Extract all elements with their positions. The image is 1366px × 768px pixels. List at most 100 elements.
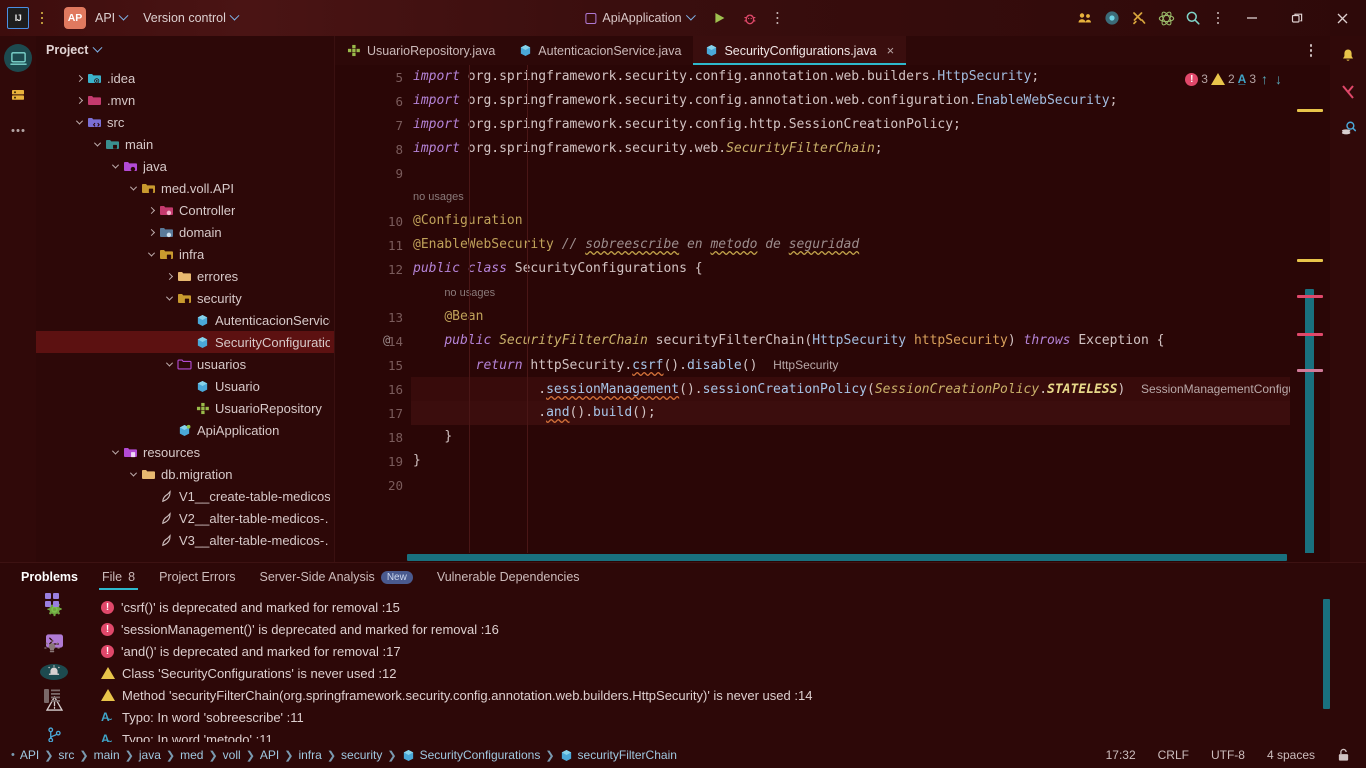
updates-icon[interactable] xyxy=(1099,5,1125,31)
tree-item[interactable]: Usuario xyxy=(36,375,334,397)
chevron-right-icon[interactable] xyxy=(144,206,158,214)
code-line[interactable]: no usages xyxy=(411,281,1290,305)
indent-indicator[interactable]: 4 spaces xyxy=(1267,748,1315,762)
database-tool-icon[interactable] xyxy=(6,83,30,107)
encoding-indicator[interactable]: UTF-8 xyxy=(1211,748,1245,762)
search-everywhere-icon[interactable] xyxy=(1180,5,1206,31)
vcs-branch-icon[interactable] xyxy=(1336,80,1360,104)
code-line[interactable]: public class SecurityConfigurations { xyxy=(411,257,1290,281)
chevron-down-icon[interactable] xyxy=(162,359,176,367)
code-line[interactable]: .and().build(); xyxy=(411,401,1290,425)
problems-tab[interactable]: Vulnerable Dependencies xyxy=(426,563,591,591)
run-icon[interactable] xyxy=(707,5,733,31)
collaborate-icon[interactable] xyxy=(1072,5,1098,31)
editor-scrollbar[interactable] xyxy=(1297,99,1323,553)
editor-tab[interactable]: SecurityConfigurations.java × xyxy=(693,36,907,65)
code-line[interactable]: import org.springframework.security.conf… xyxy=(411,65,1290,89)
run-configuration-selector[interactable]: ApiApplication xyxy=(577,8,702,28)
notifications-icon[interactable] xyxy=(1336,44,1360,68)
breadcrumb-item[interactable]: voll xyxy=(219,748,245,762)
tree-item[interactable]: infra xyxy=(36,243,334,265)
problems-tab[interactable]: Project Errors xyxy=(148,563,246,591)
chevron-right-icon[interactable] xyxy=(144,228,158,236)
code-line[interactable]: no usages xyxy=(411,185,1290,209)
breadcrumb-item[interactable]: securityFilterChain xyxy=(556,748,681,762)
breadcrumb-item[interactable]: java xyxy=(135,748,165,762)
tree-item[interactable]: .idea xyxy=(36,67,334,89)
inspections-bulb-icon[interactable] xyxy=(40,636,64,660)
tree-item[interactable]: resources xyxy=(36,441,334,463)
code-line[interactable]: import org.springframework.security.web.… xyxy=(411,137,1290,161)
problem-row[interactable]: A̴ Typo: In word 'metodo' :11 xyxy=(0,728,1366,743)
build-tools-icon[interactable] xyxy=(1126,5,1152,31)
editor-tab[interactable]: AutenticacionService.java xyxy=(507,36,693,65)
tree-item[interactable]: src xyxy=(36,111,334,133)
tree-item[interactable]: med.voll.API xyxy=(36,177,334,199)
tree-item[interactable]: V3__alter-table-medicos-… xyxy=(36,529,334,551)
tree-item[interactable]: SecurityConfigurations xyxy=(36,331,334,353)
chevron-right-icon[interactable] xyxy=(162,272,176,280)
more-run-actions-icon[interactable] xyxy=(767,6,789,30)
breadcrumb-item[interactable]: API xyxy=(16,748,43,762)
tree-item[interactable]: .mvn xyxy=(36,89,334,111)
read-only-lock-icon[interactable] xyxy=(1337,748,1350,762)
breadcrumb-item[interactable]: SecurityConfigurations xyxy=(398,748,545,762)
tree-item[interactable]: AutenticacionService xyxy=(36,309,334,331)
tree-item[interactable]: usuarios xyxy=(36,353,334,375)
tree-item[interactable]: Controller xyxy=(36,199,334,221)
problem-row[interactable]: Class 'SecurityConfigurations' is never … xyxy=(0,662,1366,684)
inspection-mark[interactable] xyxy=(1297,333,1323,336)
code-line[interactable]: @Configuration xyxy=(411,209,1290,233)
tree-item[interactable]: V1__create-table-medicos xyxy=(36,485,334,507)
chevron-down-icon[interactable] xyxy=(72,117,86,125)
chevron-down-icon[interactable] xyxy=(90,139,104,147)
chevron-down-icon[interactable] xyxy=(126,183,140,191)
next-problem-icon[interactable]: ↓ xyxy=(1273,71,1284,87)
code-line[interactable]: import org.springframework.security.conf… xyxy=(411,113,1290,137)
line-separator-indicator[interactable]: CRLF xyxy=(1158,748,1189,762)
tree-item[interactable]: main xyxy=(36,133,334,155)
previous-problem-icon[interactable]: ↑ xyxy=(1259,71,1270,87)
problems-list[interactable]: ! 'csrf()' is deprecated and marked for r… xyxy=(0,591,1366,742)
close-tab-icon[interactable]: × xyxy=(887,44,895,57)
tree-item[interactable]: errores xyxy=(36,265,334,287)
code-line[interactable]: @Bean xyxy=(411,305,1290,329)
problem-row[interactable]: Method 'securityFilterChain(org.springfr… xyxy=(0,684,1366,706)
line-number-gutter[interactable]: 5 6 7 8 9 10 11 12 13 @14 15 16 17 18 19 20 xyxy=(335,65,411,553)
code-line[interactable]: @EnableWebSecurity // sobreescribe en me… xyxy=(411,233,1290,257)
close-button[interactable] xyxy=(1320,0,1364,36)
chevron-right-icon[interactable] xyxy=(72,74,86,82)
code-line[interactable]: } xyxy=(411,449,1290,473)
chevron-down-icon[interactable] xyxy=(144,249,158,257)
breadcrumb-item[interactable]: API xyxy=(256,748,283,762)
editor-tab[interactable]: UsuarioRepository.java xyxy=(335,36,507,65)
problems-tab[interactable]: File 8 xyxy=(91,563,146,591)
override-marker-icon[interactable]: @ xyxy=(383,333,390,347)
horizontal-scrollbar[interactable] xyxy=(335,553,1330,562)
code-line[interactable]: return httpSecurity.csrf().disable() Htt… xyxy=(411,353,1290,377)
git-branch-rail-icon[interactable] xyxy=(42,727,66,742)
code-line[interactable]: import org.springframework.security.conf… xyxy=(411,89,1290,113)
tree-item[interactable]: java xyxy=(36,155,334,177)
code-line[interactable]: } xyxy=(411,425,1290,449)
inspection-mark[interactable] xyxy=(1297,259,1323,262)
tree-item[interactable]: V2__alter-table-medicos-… xyxy=(36,507,334,529)
maximize-button[interactable] xyxy=(1275,0,1319,36)
chevron-down-icon[interactable] xyxy=(108,447,122,455)
main-menu-icon[interactable] xyxy=(31,6,53,30)
tree-item[interactable]: ApiApplication xyxy=(36,419,334,441)
settings-icon[interactable] xyxy=(1207,6,1229,30)
code-line[interactable] xyxy=(411,161,1290,185)
inspection-gutter[interactable] xyxy=(1290,65,1330,553)
code-line[interactable] xyxy=(411,473,1290,497)
problems-scrollbar-thumb[interactable] xyxy=(1323,599,1330,709)
problems-list-view-icon[interactable] xyxy=(40,684,64,708)
breadcrumb-item[interactable]: security xyxy=(337,748,386,762)
version-control-selector[interactable]: Version control xyxy=(136,8,245,28)
tree-item[interactable]: domain xyxy=(36,221,334,243)
problem-row[interactable]: ! 'and()' is deprecated and marked for re… xyxy=(0,640,1366,662)
chevron-right-icon[interactable] xyxy=(72,96,86,104)
problems-tab[interactable]: Server-Side Analysis New xyxy=(248,563,423,591)
scrollbar-thumb[interactable] xyxy=(1305,289,1314,553)
code-editor[interactable]: import org.springframework.security.conf… xyxy=(411,65,1290,553)
